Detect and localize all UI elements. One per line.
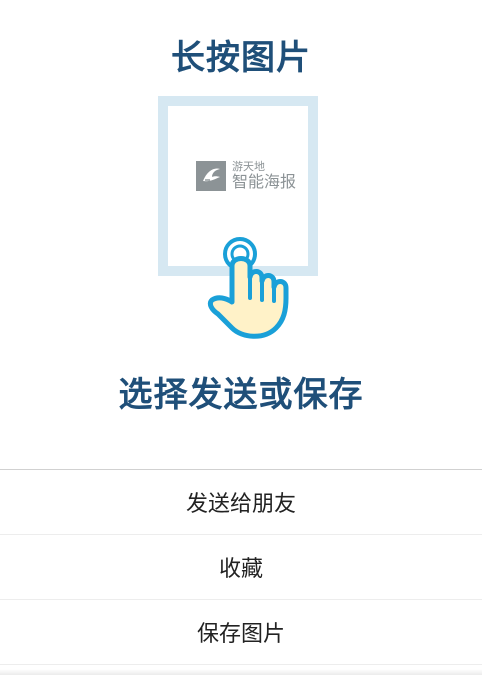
send-to-friend-button[interactable]: 发送给朋友 [0, 470, 482, 535]
logo-big-text: 智能海报 [232, 172, 297, 191]
page-title: 长按图片 [171, 38, 311, 78]
favorite-button[interactable]: 收藏 [0, 535, 482, 600]
brand-logo: 游天地 智能海报 [196, 161, 296, 191]
action-sheet: 发送给朋友 收藏 保存图片 [0, 469, 482, 675]
shark-logo-icon [196, 161, 226, 191]
tap-hand-icon [198, 232, 294, 344]
save-image-button[interactable]: 保存图片 [0, 600, 482, 665]
instruction-title: 选择发送或保存 [118, 375, 364, 415]
brand-logo-text: 游天地 智能海报 [232, 161, 296, 191]
action-sheet-shadow [0, 669, 482, 675]
